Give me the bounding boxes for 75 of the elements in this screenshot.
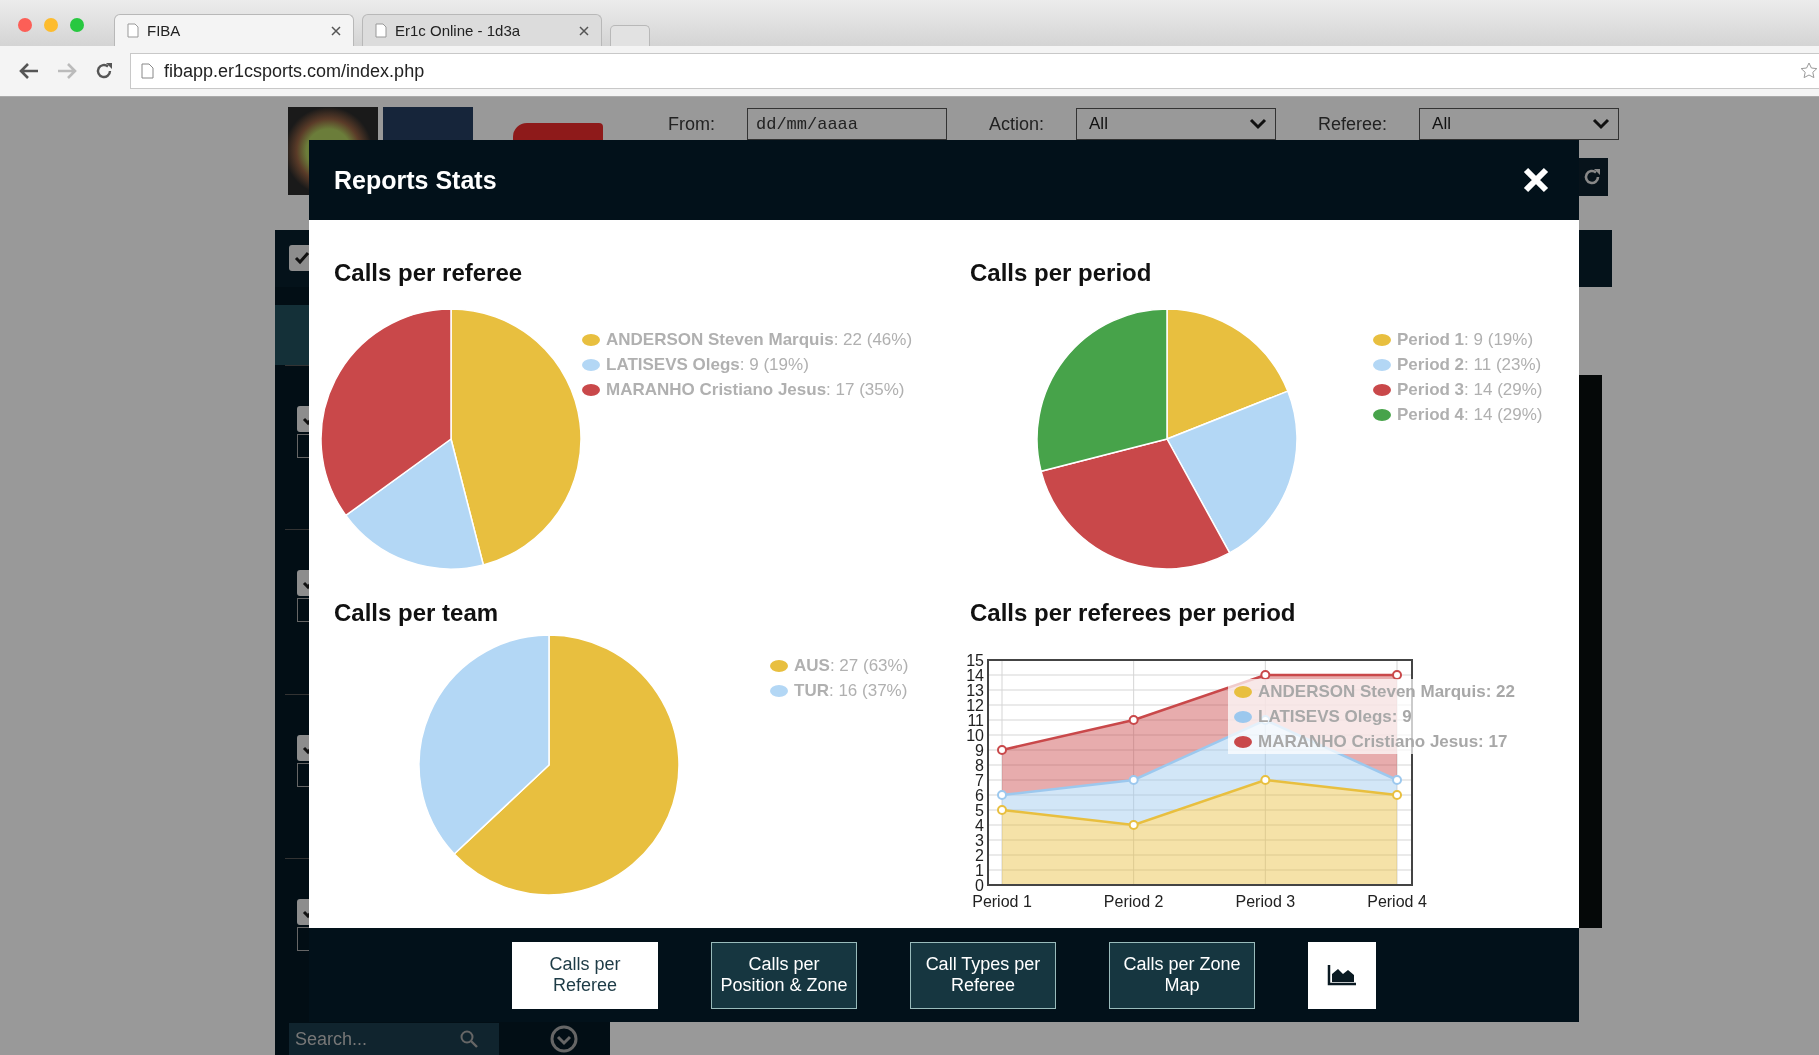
filter-label: Referee:: [1318, 113, 1388, 135]
data-point: [1128, 715, 1139, 725]
axis-tick-label: 6: [975, 787, 984, 804]
axis-tick-label: 14: [966, 667, 984, 684]
chevron-down-icon: [1249, 118, 1268, 130]
page-icon: [375, 23, 387, 38]
data-point: [1260, 775, 1271, 785]
legend-label: TUR: 16 (37%): [794, 680, 908, 701]
chart-title: Calls per referees per period: [970, 598, 1296, 628]
area-chart-icon: [1327, 964, 1357, 986]
date-field[interactable]: dd/mm/aaaa: [747, 108, 947, 140]
check-icon: [294, 251, 310, 266]
axis-tick-label: 0: [975, 877, 984, 894]
filter-label: From:: [668, 113, 715, 135]
data-point: [997, 745, 1007, 755]
legend-label: Period 4: 14 (29%): [1397, 404, 1543, 425]
data-point: [997, 790, 1007, 800]
chart-title: Calls per referee: [334, 258, 523, 288]
chart-view-button[interactable]: [1308, 941, 1376, 1009]
axis-tick-label: 15: [966, 652, 984, 669]
search-icon[interactable]: [459, 1029, 479, 1049]
chart-title: Calls per period: [970, 258, 1152, 288]
axis-tick-label: Period 2: [1103, 893, 1164, 910]
data-point: [1392, 775, 1402, 785]
axis-tick-label: 3: [975, 832, 984, 849]
dialog-title: Reports Stats: [334, 165, 497, 195]
legend-label: MARANHO Cristiano Jesus: 17 (35%): [606, 379, 905, 400]
back-icon[interactable]: [18, 62, 40, 80]
close-icon[interactable]: [331, 25, 341, 36]
report-button[interactable]: Calls per Position & Zone: [711, 941, 857, 1009]
axis-tick-label: 2: [975, 847, 984, 864]
data-point: [1128, 820, 1139, 830]
data-point: [997, 805, 1007, 815]
search-field[interactable]: Search...: [289, 1023, 499, 1055]
chart-title: Calls per team: [334, 598, 499, 628]
axis-tick-label: Period 1: [972, 893, 1032, 910]
axis-tick-label: 8: [975, 757, 984, 774]
report-button[interactable]: Calls per Zone Map: [1109, 941, 1255, 1009]
axis-tick-label: 4: [975, 817, 984, 834]
legend-label: ANDERSON Steven Marquis: 22: [1258, 681, 1515, 702]
legend-label: MARANHO Cristiano Jesus: 17: [1258, 731, 1508, 752]
axis-tick-label: Period 4: [1367, 893, 1427, 910]
dropdown[interactable]: All: [1419, 108, 1620, 140]
page-icon: [141, 63, 154, 79]
filter-label: Action:: [989, 113, 1045, 135]
axis-tick-label: 10: [966, 727, 984, 744]
axis-tick-label: 13: [966, 682, 984, 699]
axis-tick-label: 7: [975, 772, 984, 789]
legend-label: AUS: 27 (63%): [794, 655, 909, 676]
page-icon: [127, 23, 139, 38]
reload-icon[interactable]: [94, 61, 114, 81]
report-button[interactable]: Calls per Referee: [512, 941, 658, 1009]
legend-label: LATISEVS Olegs: 9 (19%): [606, 354, 809, 375]
address-field[interactable]: fibapp.er1csports.com/index.php: [130, 53, 1819, 89]
browser-tab[interactable]: Er1c Online - 1d3a: [362, 14, 602, 46]
axis-tick-label: Period 3: [1235, 893, 1296, 910]
report-button[interactable]: Call Types per Referee: [910, 941, 1056, 1009]
toolbar-panel: [1579, 230, 1612, 287]
legend-label: ANDERSON Steven Marquis: 22 (46%): [606, 329, 913, 350]
chevron-circle-icon[interactable]: [549, 1024, 579, 1054]
star-icon[interactable]: [1799, 61, 1819, 81]
legend-label: Period 3: 14 (29%): [1397, 379, 1543, 400]
axis-tick-label: 5: [975, 802, 984, 819]
axis-tick-label: 12: [966, 697, 984, 714]
dropdown[interactable]: All: [1076, 108, 1277, 140]
legend-label: Period 2: 11 (23%): [1397, 354, 1542, 375]
axis-tick-label: 9: [975, 742, 984, 759]
browser-tab[interactable]: FIBA: [114, 14, 354, 46]
legend-label: Period 1: 9 (19%): [1397, 329, 1534, 350]
axis-tick-label: 1: [975, 862, 984, 879]
chevron-down-icon: [1592, 118, 1611, 130]
data-point: [1392, 790, 1402, 800]
axis-tick-label: 11: [967, 712, 984, 729]
legend-label: LATISEVS Olegs: 9: [1258, 706, 1412, 727]
data-point: [1128, 775, 1139, 785]
